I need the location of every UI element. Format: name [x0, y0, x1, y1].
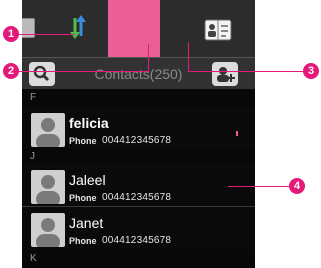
contact-name: Jaleel [69, 172, 106, 188]
search-bar: Contacts(250) [22, 57, 255, 90]
section-header-k: K [22, 250, 255, 268]
call-log-icon [22, 18, 35, 38]
tab-call-log[interactable] [22, 0, 118, 57]
avatar-icon [36, 175, 60, 204]
callout-4: 4 [289, 178, 305, 194]
callout-1: 1 [3, 26, 19, 42]
tab-bar [22, 0, 255, 57]
avatar [31, 213, 65, 247]
section-header-f: F [22, 89, 255, 107]
avatar [31, 170, 65, 204]
contact-row-jaleel[interactable]: Jaleel Phone 004412345678 [22, 164, 255, 209]
callout-2: 2 [3, 63, 19, 79]
callout-2-leader [15, 71, 149, 72]
callout-4-leader [228, 186, 290, 187]
avatar-icon [36, 218, 60, 247]
avatar [31, 113, 65, 147]
phone-number: 004412345678 [102, 235, 172, 246]
tab-contacts[interactable] [108, 0, 232, 57]
phone-number: 004412345678 [102, 192, 172, 203]
search-icon [33, 65, 50, 82]
scroll-indicator [236, 131, 238, 136]
avatar-icon [36, 118, 60, 147]
contact-name: Janet [69, 215, 104, 231]
callout-3-leader [188, 71, 304, 72]
callout-1-leader [15, 34, 75, 35]
callout-3: 3 [303, 63, 319, 79]
contact-name: felicia [69, 115, 109, 131]
phone-label: Phone [69, 193, 97, 203]
add-contact-button[interactable] [212, 62, 238, 86]
callout-3-leader-vertical [188, 42, 189, 71]
search-button[interactable] [29, 62, 55, 86]
tab-groups[interactable] [168, 0, 224, 57]
phone-label: Phone [69, 236, 97, 246]
phone-label: Phone [69, 136, 97, 146]
phone-screen: Contacts(250) F felicia Phone 0044123456… [22, 0, 255, 268]
contact-row-felicia[interactable]: felicia Phone 004412345678 [22, 107, 255, 152]
phone-number: 004412345678 [102, 135, 172, 146]
callout-2-leader-vertical [148, 44, 149, 71]
call-arrows-icon [70, 15, 86, 39]
add-contact-icon [217, 67, 235, 82]
contact-row-janet[interactable]: Janet Phone 004412345678 [22, 207, 255, 252]
